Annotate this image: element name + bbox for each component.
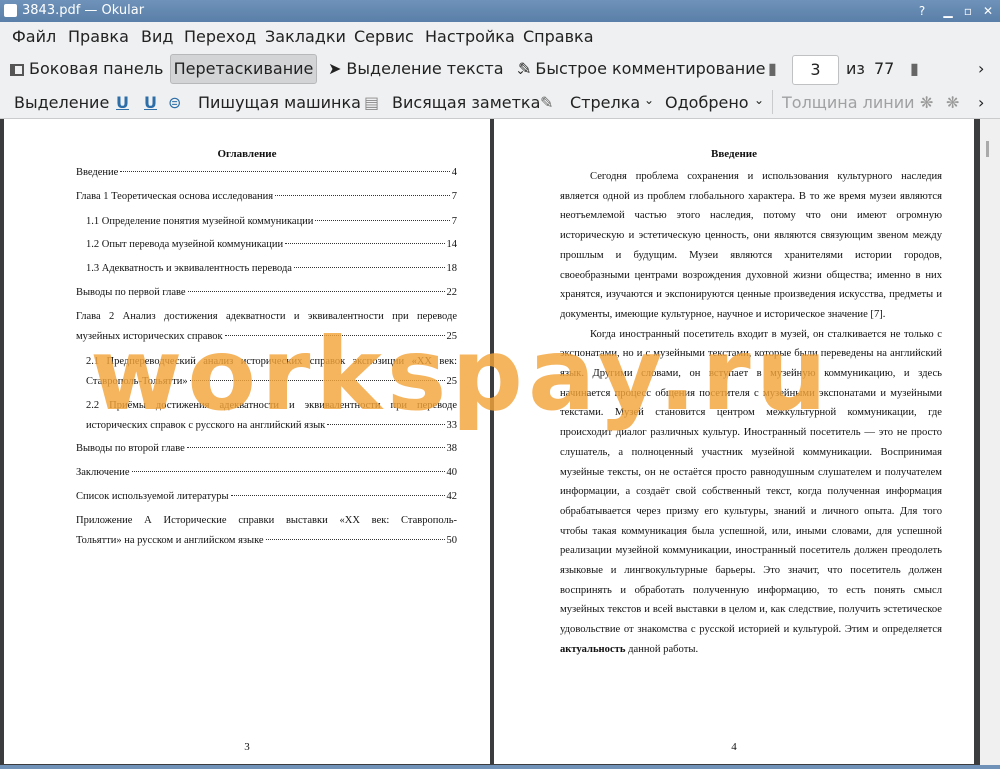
- menu-go[interactable]: Переход: [184, 27, 256, 46]
- arrow-tool-icon: ✎: [540, 93, 554, 112]
- pen-icon: ✎: [518, 59, 532, 78]
- scrollbar-thumb[interactable]: [986, 141, 989, 157]
- toc-entry-text: 1.3 Адекватность и эквивалентность перев…: [86, 263, 292, 274]
- annotation-toolbar: Выделение U U ⊜ Пишущая машинка ▤ Висяща…: [0, 86, 1000, 118]
- toc-entry[interactable]: Выводы по второй главе 38: [76, 442, 457, 456]
- menu-bar: Файл Правка Вид Переход Закладки Сервис …: [0, 22, 1000, 52]
- toc-title: Оглавление: [217, 148, 277, 160]
- toc-entry-page: 22: [446, 287, 458, 298]
- page-total: 77: [874, 59, 895, 78]
- typewriter-tool[interactable]: Пишущая машинка: [198, 93, 361, 112]
- quick-annotation-label: Быстрое комментирование: [535, 59, 766, 78]
- inline-note-tool[interactable]: Висящая заметка: [392, 93, 540, 112]
- color-icon[interactable]: ❋: [920, 93, 933, 112]
- text-selection-label: Выделение текста: [346, 59, 504, 78]
- menu-view[interactable]: Вид: [141, 27, 173, 46]
- sidebar-button-label: Боковая панель: [29, 59, 164, 78]
- drag-mode-label: Перетаскивание: [173, 59, 314, 78]
- pdf-page-4: Введение Сегодня проблема сохранения и и…: [494, 119, 974, 764]
- stamp-tool[interactable]: Одобрено: [665, 93, 749, 112]
- toc-entry[interactable]: 1.2 Опыт перевода музейной коммуникации 1…: [86, 238, 457, 252]
- close-button[interactable]: ✕: [980, 3, 996, 19]
- chevron-down-icon[interactable]: ⌄: [754, 93, 764, 107]
- document-viewport[interactable]: Оглавление Введение 4 Глава 1 Теоретическ…: [0, 119, 1000, 769]
- previous-page-icon[interactable]: ▮: [768, 59, 777, 78]
- toc-entry-text: 1.1 Определение понятия музейной коммуни…: [86, 216, 314, 227]
- next-page-icon[interactable]: ▮: [910, 59, 919, 78]
- minimize-button[interactable]: ▁: [940, 3, 956, 19]
- toc-entry-text: 1.2 Опыт перевода музейной коммуникации: [86, 239, 284, 250]
- underline-icon[interactable]: U: [116, 93, 129, 112]
- toc-entry-page: 7: [451, 216, 457, 227]
- toc-entry-page: 38: [446, 443, 458, 454]
- sidebar-icon: [10, 64, 24, 76]
- toc-entry[interactable]: 1.3 Адекватность и эквивалентность перев…: [86, 262, 457, 276]
- toc-entry-text: Выводы по второй главе: [76, 443, 185, 454]
- paragraph-text: данной работы.: [625, 643, 699, 655]
- toc-entry-page: 42: [446, 491, 458, 502]
- window-titlebar: 3843.pdf — Okular ? ▁ ▫ ✕: [0, 0, 1000, 22]
- menu-bookmarks[interactable]: Закладки: [265, 27, 346, 46]
- toc-entry[interactable]: Список используемой литературы 42: [76, 490, 457, 504]
- toc-entry[interactable]: Глава 1 Теоретическая основа исследовани…: [76, 190, 457, 204]
- menu-help[interactable]: Справка: [523, 27, 594, 46]
- watermark: workspay.ru: [90, 316, 832, 433]
- toc-entry-page: 4: [451, 167, 457, 178]
- text-selection-button[interactable]: ➤ Выделение текста ⌄: [328, 59, 526, 78]
- maximize-button[interactable]: ▫: [960, 3, 976, 19]
- toc-entry-page: 50: [446, 535, 458, 546]
- page-number: 3: [244, 741, 250, 753]
- bold-term: актуальность: [560, 643, 626, 655]
- sidebar-button[interactable]: Боковая панель: [10, 59, 163, 78]
- toolbar-overflow-icon[interactable]: ›: [978, 59, 984, 78]
- quick-annotation-button[interactable]: ✎ Быстрое комментирование: [518, 59, 766, 78]
- highlight-tool[interactable]: Выделение: [14, 93, 109, 112]
- squiggle-icon[interactable]: U: [144, 93, 157, 112]
- toc-entry-text: Приложение А Исторические справки выстав…: [76, 515, 457, 526]
- toc-entry-text: Тольятти» на русском и английском языке: [76, 535, 264, 546]
- toc-entry-text: Выводы по первой главе: [76, 287, 186, 298]
- pdf-page-3: Оглавление Введение 4 Глава 1 Теоретическ…: [4, 119, 490, 764]
- menu-edit[interactable]: Правка: [68, 27, 129, 46]
- chevron-down-icon[interactable]: ⌄: [644, 93, 654, 107]
- toolbar-separator: [772, 90, 773, 114]
- menu-settings[interactable]: Настройка: [425, 27, 515, 46]
- toc-entry-page: 18: [446, 263, 458, 274]
- okular-app-icon: [4, 4, 17, 17]
- toc-entry-text: Глава 1 Теоретическая основа исследовани…: [76, 191, 274, 202]
- drag-mode-button[interactable]: Перетаскивание: [170, 54, 317, 84]
- inner-color-icon[interactable]: ❋: [946, 93, 959, 112]
- toc-entry-page: 40: [446, 467, 458, 478]
- toc-entry[interactable]: Выводы по первой главе 22: [76, 286, 457, 300]
- strikeout-icon[interactable]: ⊜: [168, 93, 181, 112]
- introduction-title: Введение: [710, 148, 758, 160]
- toc-entry[interactable]: Введение 4: [76, 166, 457, 180]
- toolbar-overflow-icon[interactable]: ›: [978, 93, 984, 112]
- arrow-tool[interactable]: Стрелка: [570, 93, 640, 112]
- toc-entry-text: Заключение: [76, 467, 130, 478]
- line-width-tool[interactable]: Толщина линии: [782, 93, 915, 112]
- page-number-input[interactable]: 3: [792, 55, 839, 85]
- cursor-icon: ➤: [328, 59, 342, 78]
- toc-entry-page: 14: [446, 239, 458, 250]
- toc-entry[interactable]: 1.1 Определение понятия музейной коммуни…: [86, 215, 457, 229]
- menu-file[interactable]: Файл: [12, 27, 56, 46]
- window-title: 3843.pdf — Okular: [22, 3, 145, 18]
- toc-entry[interactable]: Заключение 40: [76, 466, 457, 480]
- toc-entry-text: Список используемой литературы: [76, 491, 229, 502]
- note-icon: ▤: [364, 93, 380, 112]
- menu-tools[interactable]: Сервис: [354, 27, 414, 46]
- window-bottom-border: [0, 765, 1000, 769]
- main-toolbar: Боковая панель Перетаскивание ➤ Выделение…: [0, 52, 1000, 86]
- vertical-scrollbar[interactable]: [980, 119, 1000, 769]
- toc-entry-text: Введение: [76, 167, 119, 178]
- page-of-label: из: [846, 59, 865, 78]
- toc-entry[interactable]: Приложение А Исторические справки выстав…: [76, 514, 457, 548]
- toc-entry-page: 7: [451, 191, 457, 202]
- application-chrome: Файл Правка Вид Переход Закладки Сервис …: [0, 22, 1000, 119]
- help-icon[interactable]: ?: [914, 3, 930, 19]
- page-number: 4: [731, 741, 737, 753]
- paragraph: Сегодня проблема сохранения и использова…: [560, 171, 942, 320]
